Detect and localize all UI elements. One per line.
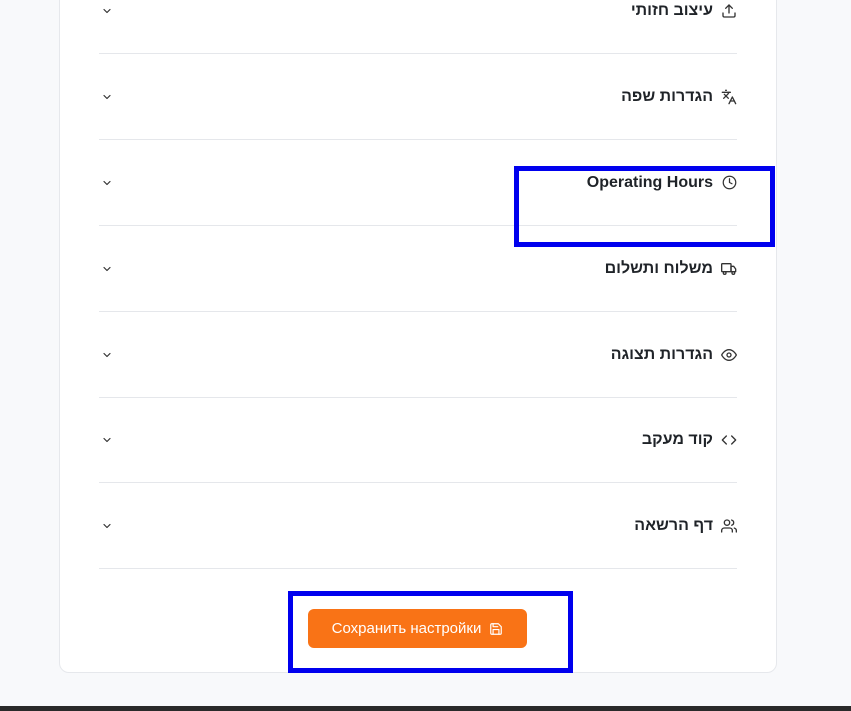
section-visual-design[interactable]: עיצוב חזותי [99, 0, 737, 54]
section-label: Operating Hours [586, 173, 713, 191]
save-icon [489, 622, 503, 636]
bottom-bar [0, 706, 851, 711]
section-label: הגדרות תצוגה [610, 345, 713, 363]
users-icon [721, 518, 737, 534]
section-authorization-page[interactable]: דף הרשאה [99, 483, 737, 569]
translate-icon [721, 89, 737, 105]
chevron-down-icon [100, 176, 114, 190]
chevron-down-icon [100, 348, 114, 362]
section-shipping-payment[interactable]: משלוח ותשלום [99, 226, 737, 312]
upload-icon [721, 3, 737, 19]
section-label: דף הרשאה [634, 516, 713, 534]
code-icon [721, 432, 737, 448]
chevron-down-icon [100, 90, 114, 104]
section-label: הגדרות שפה [621, 87, 713, 105]
chevron-down-icon [100, 262, 114, 276]
save-settings-button[interactable]: Сохранить настройки [308, 609, 527, 648]
chevron-down-icon [100, 4, 114, 18]
clock-icon [721, 175, 737, 191]
section-label: קוד מעקב [641, 430, 713, 448]
section-label: עיצוב חזותי [630, 1, 713, 19]
eye-icon [721, 347, 737, 363]
chevron-down-icon [100, 519, 114, 533]
section-language-settings[interactable]: הגדרות שפה [99, 54, 737, 140]
chevron-down-icon [100, 433, 114, 447]
section-operating-hours[interactable]: Operating Hours [99, 140, 737, 226]
section-tracking-code[interactable]: קוד מעקב [99, 397, 737, 483]
save-button-label: Сохранить настройки [331, 620, 482, 637]
section-label: משלוח ותשלום [604, 259, 713, 277]
section-display-settings[interactable]: הגדרות תצוגה [99, 312, 737, 398]
truck-icon [721, 261, 737, 277]
